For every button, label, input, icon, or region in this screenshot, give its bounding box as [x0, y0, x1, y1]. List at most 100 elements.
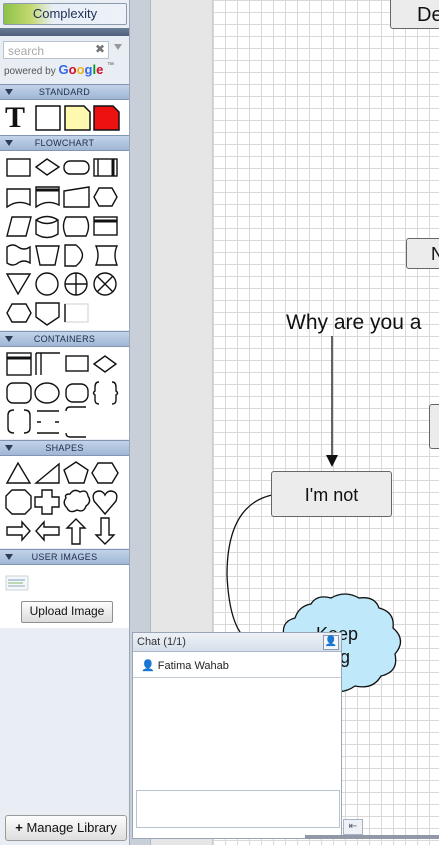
sidebar-divider-bar: [0, 28, 129, 36]
collapse-triangle-icon: [5, 445, 13, 451]
document-shape-icon: [6, 188, 31, 209]
manage-library-button[interactable]: + Manage Library: [5, 815, 127, 841]
left-arrow-shape-icon: [35, 520, 60, 542]
stored-data-alt-shape-icon: [94, 245, 119, 266]
paper-tape-shape-icon: [6, 244, 31, 266]
display-shape-icon: [6, 303, 32, 323]
standard-shapes-panel: T: [0, 100, 129, 135]
horizontal-bracket-shape-icon: [37, 410, 59, 434]
chat-message-input[interactable]: [136, 790, 340, 828]
section-standard-header[interactable]: STANDARD: [0, 84, 129, 100]
section-user-images-label: USER IMAGES: [31, 552, 98, 562]
chat-panel: Chat (1/1) 👤 👤 Fatima Wahab: [132, 632, 342, 839]
section-user-images-header[interactable]: USER IMAGES: [0, 549, 129, 565]
user-icon: 👤: [141, 660, 155, 672]
note-shape-icon: [64, 105, 91, 131]
terminator-shape-icon: [63, 160, 90, 175]
pill-container-shape-icon: [65, 383, 89, 403]
im-not-node[interactable]: I'm not: [271, 471, 392, 517]
preparation-shape-icon: [93, 187, 118, 207]
standard-shapes: T: [5, 101, 120, 134]
connector-shape-icon: [35, 272, 59, 296]
chat-participant[interactable]: 👤 Fatima Wahab: [133, 652, 341, 678]
flowchart-shapes-panel: [0, 151, 129, 330]
vertical-swimlane-shape-icon: [35, 352, 60, 375]
curved-connector: [226, 494, 273, 637]
rounded-container-shape-icon: [6, 382, 32, 404]
top-node[interactable]: De: [390, 0, 439, 29]
ellipse-container-shape-icon: [34, 382, 60, 404]
search-input[interactable]: search: [3, 41, 109, 59]
section-shapes-header[interactable]: SHAPES: [0, 440, 129, 456]
add-participant-icon[interactable]: 👤: [323, 635, 339, 650]
triangle-shape-icon: [5, 461, 32, 484]
swimlane-shape-icon: [6, 352, 32, 376]
section-flowchart-header[interactable]: FLOWCHART: [0, 135, 129, 151]
container-shape-icon: [65, 355, 89, 372]
blank-shape-icon: [64, 303, 89, 323]
delay-shape-icon: [64, 244, 84, 267]
section-shapes-label: SHAPES: [45, 443, 84, 453]
collapse-triangle-icon: [5, 554, 13, 560]
collapse-chat-button[interactable]: ⇤: [343, 819, 363, 835]
collapse-triangle-icon: [5, 89, 13, 95]
brace-left-shape-icon: [92, 381, 100, 405]
chat-header[interactable]: Chat (1/1) 👤: [133, 633, 341, 652]
block-shape-icon: [35, 105, 61, 131]
manual-input-shape-icon: [63, 186, 90, 208]
mid-right-node[interactable]: N: [406, 238, 439, 269]
cloud-shape-icon: [63, 489, 91, 513]
red-note-shape-icon: [93, 105, 120, 131]
section-containers-header[interactable]: CONTAINERS: [0, 331, 129, 347]
stored-data-shape-icon: [62, 216, 90, 237]
chat-participant-name: Fatima Wahab: [157, 660, 229, 672]
question-text[interactable]: Why are you a: [286, 311, 421, 335]
corner-bracket-shape-icon: [65, 406, 86, 438]
process-shape-icon: [6, 158, 31, 177]
database-shape-icon: [35, 215, 59, 239]
hexagon-shape-icon: [91, 462, 119, 484]
upload-image-button[interactable]: Upload Image: [21, 601, 113, 623]
up-arrow-shape-icon: [65, 518, 87, 545]
horizontal-scrollbar[interactable]: [305, 835, 439, 839]
basic-shapes-panel: [0, 456, 129, 548]
off-page-connector-shape-icon: [35, 302, 60, 326]
powered-by-label: powered by: [4, 66, 56, 77]
section-containers-label: CONTAINERS: [33, 334, 96, 344]
powered-by-google: powered by Google ™: [4, 62, 114, 77]
google-logo: Google: [58, 62, 104, 77]
text-shape-icon: T: [5, 101, 25, 134]
google-tm: ™: [106, 62, 114, 69]
bracket-left-shape-icon: [7, 409, 15, 434]
data-shape-icon: [6, 216, 32, 237]
decision-container-shape-icon: [92, 355, 118, 373]
right-triangle-shape-icon: [34, 462, 60, 484]
brace-right-shape-icon: [111, 381, 119, 405]
complexity-button[interactable]: Complexity: [3, 3, 127, 25]
chat-title: Chat (1/1): [137, 636, 186, 648]
basic-shapes: [5, 461, 119, 545]
containers-shapes-panel: [0, 347, 129, 439]
user-image-thumbnail[interactable]: [5, 572, 45, 596]
plus-icon: +: [15, 820, 23, 835]
clear-search-icon[interactable]: ✖: [95, 42, 105, 56]
arrowhead-icon: [326, 455, 338, 467]
decision-shape-icon: [34, 158, 61, 176]
right-edge-node[interactable]: [429, 404, 439, 449]
merge-shape-icon: [5, 273, 32, 296]
collapse-triangle-icon: [5, 336, 13, 342]
pentagon-shape-icon: [63, 461, 89, 484]
manage-library-label: Manage Library: [26, 820, 117, 835]
section-flowchart-label: FLOWCHART: [34, 138, 95, 148]
container-shapes: [6, 352, 119, 438]
search-options-chevron-icon[interactable]: [114, 44, 122, 50]
section-standard-label: STANDARD: [38, 87, 91, 97]
right-arrow-shape-icon: [6, 520, 31, 542]
cross-shape-icon: [34, 489, 60, 515]
down-arrow-shape-icon: [94, 517, 116, 545]
manual-operation-shape-icon: [35, 245, 60, 266]
collapse-triangle-icon: [5, 140, 13, 146]
shape-library-sidebar: Complexity search ✖ powered by Google ™ …: [0, 0, 130, 845]
heart-shape-icon: [92, 490, 118, 516]
octagon-shape-icon: [5, 489, 32, 515]
